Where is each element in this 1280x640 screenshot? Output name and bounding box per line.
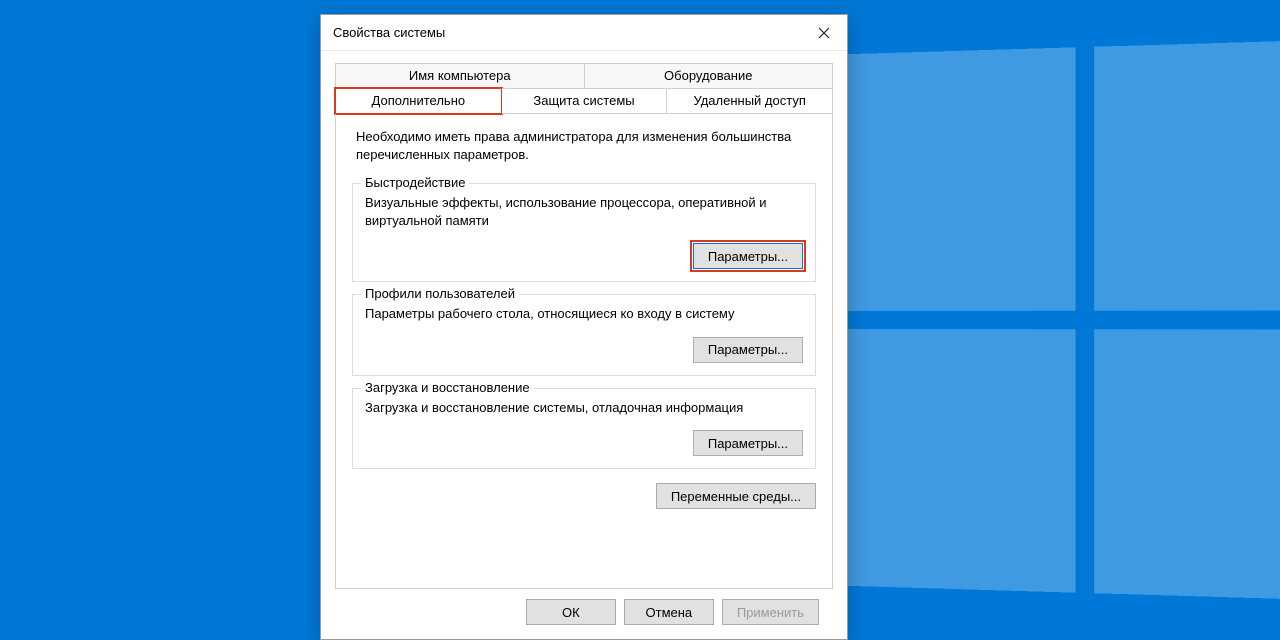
group-user-profiles-legend: Профили пользователей: [361, 286, 519, 301]
user-profiles-settings-button[interactable]: Параметры...: [693, 337, 803, 363]
group-performance: Быстродействие Визуальные эффекты, испол…: [352, 183, 816, 282]
group-startup-recovery: Загрузка и восстановление Загрузка и вос…: [352, 388, 816, 470]
tab-content-advanced: Необходимо иметь права администратора дл…: [335, 114, 833, 589]
ok-button[interactable]: ОК: [526, 599, 616, 625]
close-button[interactable]: [801, 15, 847, 51]
group-startup-recovery-legend: Загрузка и восстановление: [361, 380, 534, 395]
dialog-footer: ОК Отмена Применить: [335, 589, 833, 625]
desktop: Свойства системы Имя компьютера Оборудов…: [0, 0, 1280, 640]
performance-settings-button[interactable]: Параметры...: [693, 243, 803, 269]
group-startup-recovery-desc: Загрузка и восстановление системы, отлад…: [365, 399, 803, 417]
dialog-title: Свойства системы: [333, 25, 801, 40]
environment-variables-button[interactable]: Переменные среды...: [656, 483, 816, 509]
group-user-profiles: Профили пользователей Параметры рабочего…: [352, 294, 816, 376]
cancel-button[interactable]: Отмена: [624, 599, 714, 625]
close-icon: [818, 27, 830, 39]
startup-recovery-settings-button[interactable]: Параметры...: [693, 430, 803, 456]
windows-logo: [820, 39, 1280, 602]
group-performance-desc: Визуальные эффекты, использование процес…: [365, 194, 803, 229]
group-user-profiles-desc: Параметры рабочего стола, относящиеся ко…: [365, 305, 803, 323]
apply-button[interactable]: Применить: [722, 599, 819, 625]
tab-hardware[interactable]: Оборудование: [585, 63, 834, 89]
titlebar[interactable]: Свойства системы: [321, 15, 847, 51]
system-properties-dialog: Свойства системы Имя компьютера Оборудов…: [320, 14, 848, 640]
group-performance-legend: Быстродействие: [361, 175, 469, 190]
tab-system-protection[interactable]: Защита системы: [502, 88, 668, 114]
intro-text: Необходимо иметь права администратора дл…: [352, 128, 816, 171]
tab-advanced[interactable]: Дополнительно: [335, 88, 502, 114]
tab-remote[interactable]: Удаленный доступ: [667, 88, 833, 114]
tab-computer-name[interactable]: Имя компьютера: [335, 63, 585, 89]
tab-strip: Имя компьютера Оборудование Дополнительн…: [335, 63, 833, 114]
